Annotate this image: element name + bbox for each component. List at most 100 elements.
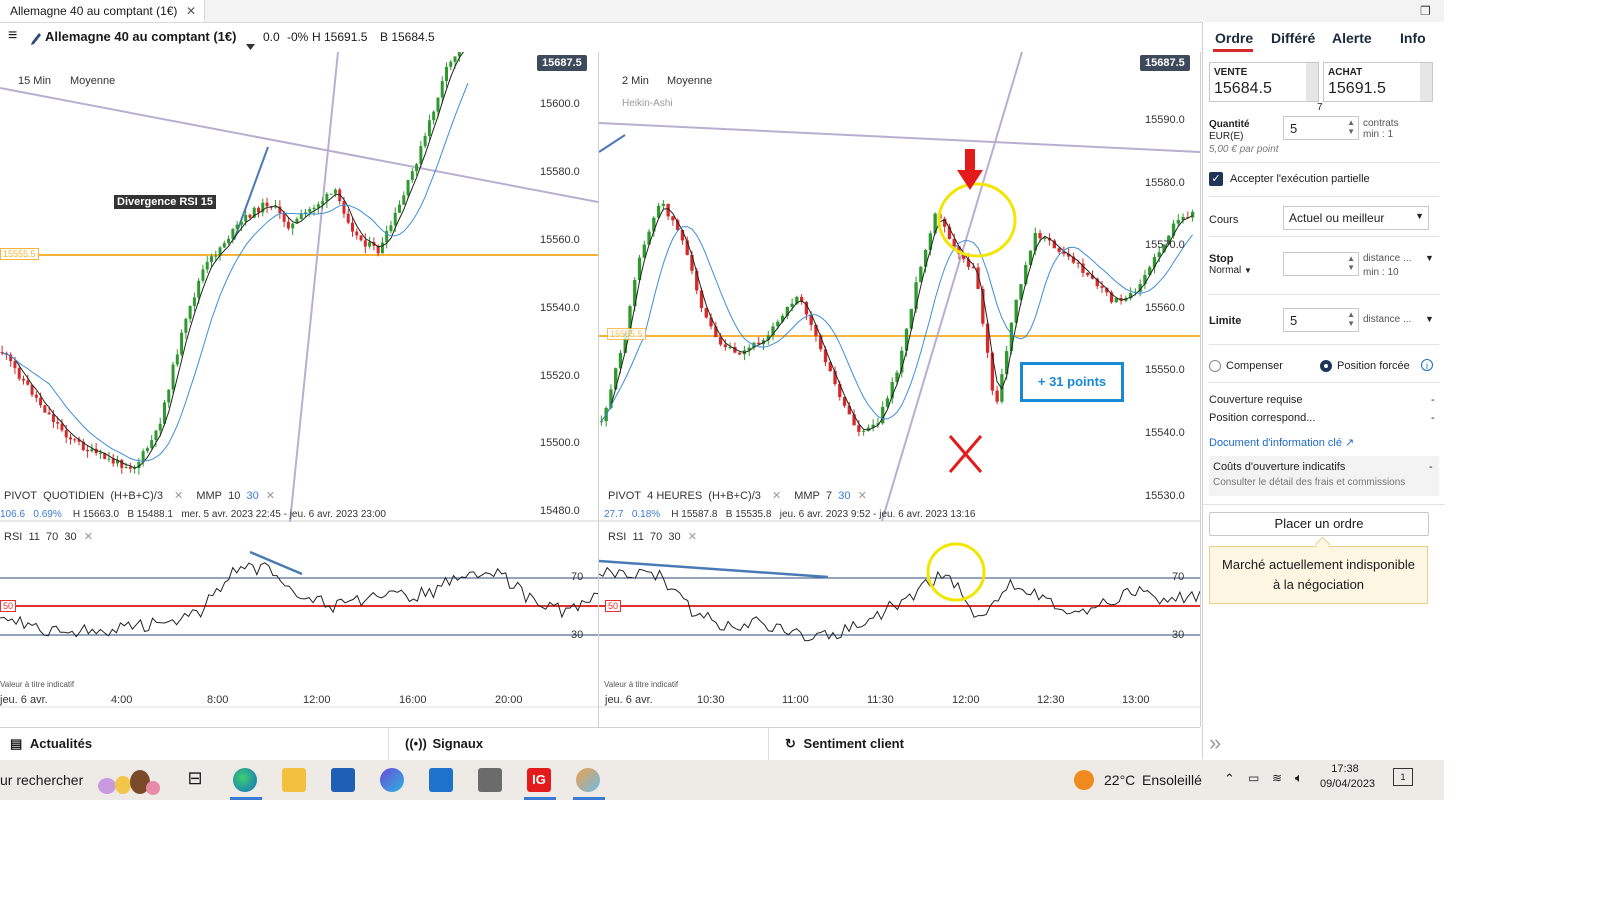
edge-browser-icon[interactable] — [233, 768, 257, 792]
day-high: H 15691.5 — [312, 30, 368, 44]
easter-eggs-icon — [95, 766, 165, 801]
rsi-50-tag: 50 — [0, 600, 17, 612]
candle — [321, 201, 325, 205]
external-link-icon: ↗ — [1345, 437, 1355, 449]
info-icon[interactable]: i — [1421, 359, 1433, 371]
close-icon[interactable]: ✕ — [772, 490, 781, 502]
candle — [368, 241, 372, 247]
mail-icon[interactable] — [429, 768, 453, 792]
timeframe-label[interactable]: 2 Min — [622, 75, 649, 87]
chevron-up-icon[interactable]: ⌃ — [1224, 771, 1235, 787]
speaker-icon[interactable]: 🔈︎ — [1295, 770, 1303, 786]
candle — [790, 303, 794, 307]
cours-select[interactable]: Actuel ou meilleur ▼ — [1283, 206, 1429, 230]
news-tab[interactable]: ▤ Actualités — [10, 736, 92, 752]
timeframe-label[interactable]: 15 Min — [18, 75, 51, 87]
x-axis-tick: 13:00 — [1122, 694, 1150, 706]
weather-temp[interactable]: 22°C — [1104, 772, 1135, 788]
close-icon[interactable]: ✕ — [688, 531, 697, 543]
buy-button[interactable]: ACHAT 15691.5 — [1323, 62, 1433, 102]
calculator-icon[interactable] — [478, 768, 502, 792]
x-axis-tick: 12:30 — [1037, 694, 1065, 706]
costs-detail-link[interactable]: Consulter le détail des frais et commiss… — [1213, 477, 1405, 488]
file-explorer-icon[interactable] — [282, 768, 306, 792]
tab-title: Allemagne 40 au comptant (1€) — [10, 4, 178, 18]
copilot-icon[interactable] — [380, 768, 404, 792]
partial-execution-checkbox[interactable]: ✓ — [1209, 172, 1223, 186]
search-box[interactable]: ur rechercher — [0, 772, 83, 788]
y-axis-tick: 15500.0 — [540, 437, 580, 449]
close-icon[interactable]: ✕ — [266, 490, 275, 502]
candle — [128, 467, 132, 469]
menu-icon[interactable]: ≡ — [8, 23, 17, 49]
average-label[interactable]: Moyenne — [70, 75, 115, 87]
chart-15min-canvas[interactable] — [0, 52, 598, 727]
close-icon[interactable]: ✕ — [174, 490, 183, 502]
candle — [180, 332, 184, 355]
signals-tab[interactable]: ((•)) Signaux — [405, 736, 483, 751]
candle — [449, 61, 453, 67]
candle — [150, 440, 154, 449]
candle — [671, 216, 675, 221]
store-icon[interactable] — [331, 768, 355, 792]
spread-value: 7 — [1317, 102, 1323, 113]
sell-button[interactable]: VENTE 15684.5 — [1209, 62, 1319, 102]
candle — [265, 202, 269, 207]
candle — [26, 380, 30, 385]
close-icon[interactable]: ✕ — [858, 490, 867, 502]
change-pct: -0% — [287, 30, 309, 44]
y-axis-tick: 15570.0 — [1145, 239, 1185, 251]
stepper-arrows-icon[interactable]: ▲ ▼ — [1347, 310, 1355, 328]
close-icon[interactable]: ✕ — [84, 531, 93, 543]
tab-alerte[interactable]: Alerte — [1332, 30, 1372, 46]
candle — [1100, 286, 1104, 288]
weather-text[interactable]: Ensoleillé — [1142, 772, 1202, 788]
restore-window-icon[interactable]: ❐ — [1420, 4, 1432, 18]
candle — [342, 201, 346, 214]
chart-15min[interactable]: 15 Min Moyenne 15687.5 Divergence RSI 15… — [0, 52, 599, 727]
clock[interactable]: 17:38 09/04/2023 — [1320, 763, 1375, 790]
notification-icon[interactable]: 1 — [1393, 768, 1413, 786]
tab-differe[interactable]: Différé — [1271, 30, 1315, 46]
candle — [393, 212, 397, 226]
candle — [141, 451, 145, 462]
kid-document-link[interactable]: Document d'information clé ↗ — [1209, 436, 1354, 449]
wifi-icon[interactable]: ≋ — [1272, 771, 1282, 785]
sentiment-tab[interactable]: ↻ Sentiment client — [785, 736, 904, 752]
close-icon[interactable]: ✕ — [186, 0, 196, 22]
limit-stepper[interactable]: 5 ▲ ▼ — [1283, 308, 1359, 332]
sun-icon[interactable] — [1074, 770, 1094, 790]
paint-icon[interactable] — [576, 768, 600, 792]
stop-input[interactable]: ▲ ▼ — [1283, 252, 1359, 276]
stepper-arrows-icon[interactable]: ▲ ▼ — [1347, 118, 1355, 136]
trend-line — [599, 134, 626, 153]
battery-icon[interactable]: ▭ — [1248, 771, 1259, 785]
divider — [1209, 344, 1439, 345]
ig-app-icon[interactable]: IG — [527, 768, 551, 792]
trend-line — [599, 122, 1200, 153]
candle — [423, 135, 427, 147]
average-label[interactable]: Moyenne — [667, 75, 712, 87]
tab-instrument[interactable]: Allemagne 40 au comptant (1€) ✕ — [0, 0, 205, 22]
y-axis-tick: 15520.0 — [540, 370, 580, 382]
stop-type-select[interactable]: Normal ▼ — [1209, 265, 1252, 276]
tab-info[interactable]: Info — [1400, 30, 1426, 46]
candle — [346, 213, 350, 223]
tab-ordre[interactable]: Ordre — [1215, 30, 1253, 46]
pivot-label: PIVOT QUOTIDIEN (H+B+C)/3 ✕ MMP 10 30 ✕ — [4, 490, 276, 502]
quantity-stepper[interactable]: 5 ▲ ▼ — [1283, 116, 1359, 140]
stepper-arrows-icon[interactable]: ▲ ▼ — [1347, 254, 1355, 272]
compenser-radio[interactable] — [1209, 360, 1221, 372]
place-order-button[interactable]: Placer un ordre — [1209, 512, 1429, 536]
y-axis-tick: 15540.0 — [1145, 427, 1185, 439]
forced-position-radio[interactable] — [1320, 360, 1332, 372]
instrument-name[interactable]: Allemagne 40 au comptant (1€) — [45, 24, 236, 50]
expand-panel-icon[interactable]: » — [1209, 730, 1221, 756]
support-level-tag: 15555.5 — [0, 248, 39, 260]
chevron-down-icon[interactable]: ▼ — [1425, 314, 1434, 324]
chart-2min[interactable]: 2 Min Moyenne Heikin-Ashi 15687.5 15555.… — [599, 52, 1201, 727]
task-view-icon[interactable]: ⊟ — [183, 768, 207, 792]
chevron-down-icon[interactable]: ▼ — [1425, 253, 1434, 263]
candle — [299, 214, 303, 219]
divider — [1209, 162, 1439, 163]
